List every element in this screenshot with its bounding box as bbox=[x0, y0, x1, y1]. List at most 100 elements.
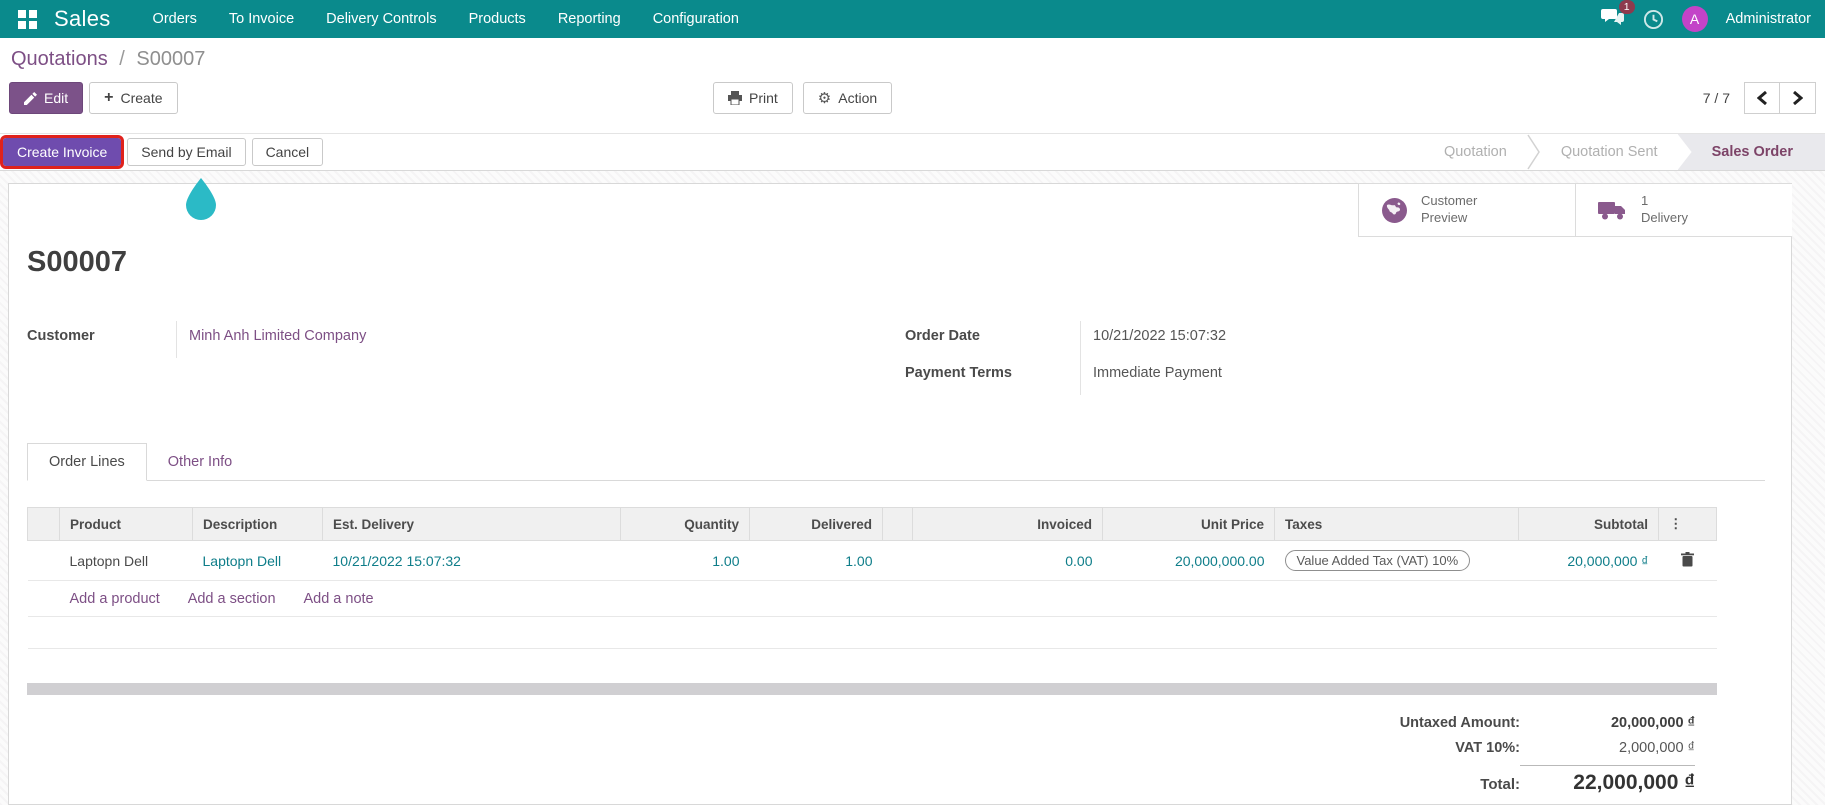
cell-delivered: 1.00 bbox=[749, 540, 883, 581]
chevron-left-icon bbox=[1756, 91, 1767, 105]
app-name[interactable]: Sales bbox=[54, 6, 111, 32]
col-delivered[interactable]: Delivered bbox=[749, 507, 883, 541]
customer-label: Customer bbox=[27, 321, 177, 358]
col-uom bbox=[882, 507, 913, 541]
messages-button[interactable]: 1 bbox=[1600, 0, 1635, 32]
apps-grid-icon[interactable] bbox=[12, 4, 42, 34]
tab-order-lines[interactable]: Order Lines bbox=[27, 443, 147, 481]
cell-description: Laptopn Dell bbox=[192, 540, 323, 581]
top-navbar: Sales Orders To Invoice Delivery Control… bbox=[0, 0, 1825, 38]
cell-subtotal: 20,000,000 ₫ bbox=[1518, 540, 1659, 581]
col-description[interactable]: Description bbox=[192, 507, 323, 541]
cancel-button[interactable]: Cancel bbox=[251, 138, 324, 166]
user-menu[interactable]: Administrator bbox=[1726, 11, 1811, 27]
col-quantity[interactable]: Quantity bbox=[620, 507, 750, 541]
globe-icon bbox=[1382, 197, 1407, 223]
clock-icon bbox=[1643, 9, 1663, 29]
add-a-note-link[interactable]: Add a note bbox=[303, 591, 373, 607]
cell-est-delivery: 10/21/2022 15:07:32 bbox=[322, 540, 621, 581]
cell-unit-price: 20,000,000.00 bbox=[1102, 540, 1275, 581]
print-button[interactable]: Print bbox=[713, 82, 793, 114]
edit-button[interactable]: Edit bbox=[9, 82, 84, 114]
page-title: S00007 bbox=[27, 246, 127, 278]
stage-divider bbox=[1527, 134, 1541, 170]
add-line-row: Add a product Add a section Add a note bbox=[27, 580, 1717, 617]
menu-to-invoice[interactable]: To Invoice bbox=[213, 0, 310, 38]
create-button[interactable]: + Create bbox=[89, 82, 178, 114]
menu-orders[interactable]: Orders bbox=[137, 0, 213, 38]
add-a-product-link[interactable]: Add a product bbox=[70, 591, 160, 607]
untaxed-amount-label: Untaxed Amount: bbox=[1399, 715, 1520, 731]
untaxed-amount-value: 20,000,000 ₫ bbox=[1610, 715, 1695, 731]
pager-next-button[interactable] bbox=[1780, 82, 1816, 114]
total-label: Total: bbox=[1480, 776, 1520, 793]
payment-terms-label: Payment Terms bbox=[905, 358, 1081, 395]
action-button[interactable]: ⚙ Action bbox=[802, 82, 893, 114]
cell-product: Laptopn Dell bbox=[59, 540, 193, 581]
menu-reporting[interactable]: Reporting bbox=[542, 0, 637, 38]
col-subtotal[interactable]: Subtotal bbox=[1518, 507, 1659, 541]
stage-quotation[interactable]: Quotation bbox=[1424, 144, 1527, 160]
order-lines-table: Product Description Est. Delivery Quanti… bbox=[27, 507, 1717, 649]
customer-preview-line2: Preview bbox=[1421, 210, 1468, 225]
add-a-section-link[interactable]: Add a section bbox=[188, 591, 276, 607]
edit-label: Edit bbox=[44, 90, 69, 106]
print-label: Print bbox=[749, 90, 778, 106]
col-taxes[interactable]: Taxes bbox=[1274, 507, 1519, 541]
col-est-delivery[interactable]: Est. Delivery bbox=[322, 507, 621, 541]
delete-line-button[interactable] bbox=[1658, 540, 1717, 581]
col-product[interactable]: Product bbox=[59, 507, 193, 541]
action-label: Action bbox=[838, 90, 878, 106]
avatar[interactable]: A bbox=[1681, 6, 1708, 32]
vat-value: 2,000,000 ₫ bbox=[1619, 740, 1695, 756]
plus-icon: + bbox=[104, 89, 114, 106]
stage-indicator: Quotation Quotation Sent Sales Order bbox=[1424, 134, 1825, 170]
col-invoiced[interactable]: Invoiced bbox=[912, 507, 1103, 541]
control-panel: Quotations / S00007 Edit + Create Print … bbox=[0, 38, 1825, 133]
cell-uom bbox=[882, 540, 913, 581]
stage-quotation-sent[interactable]: Quotation Sent bbox=[1541, 144, 1678, 160]
customer-preview-button[interactable]: Customer Preview bbox=[1358, 183, 1575, 237]
optional-columns-button[interactable]: ⋮ bbox=[1658, 507, 1717, 541]
print-icon bbox=[728, 91, 742, 105]
pencil-icon bbox=[24, 91, 37, 105]
order-date-value: 10/21/2022 15:07:32 bbox=[1093, 328, 1227, 344]
horizontal-scrollbar[interactable] bbox=[27, 683, 1717, 695]
delivery-button[interactable]: 1 Delivery bbox=[1575, 183, 1792, 237]
statusbar: Create Invoice Send by Email Cancel Quot… bbox=[0, 133, 1825, 171]
send-by-email-button[interactable]: Send by Email bbox=[127, 138, 246, 166]
cell-invoiced: 0.00 bbox=[912, 540, 1103, 581]
customer-value[interactable]: Minh Anh Limited Company bbox=[177, 321, 366, 344]
breadcrumb-quotations[interactable]: Quotations bbox=[11, 48, 108, 70]
menu-delivery-controls[interactable]: Delivery Controls bbox=[310, 0, 452, 38]
messages-badge: 1 bbox=[1618, 0, 1635, 14]
onboarding-pointer-icon bbox=[183, 177, 219, 226]
truck-icon bbox=[1598, 202, 1625, 220]
gear-icon: ⚙ bbox=[817, 90, 832, 107]
order-line-row[interactable]: Laptopn Dell Laptopn Dell 10/21/2022 15:… bbox=[27, 540, 1717, 581]
row-handle bbox=[27, 540, 60, 581]
pager-previous-button[interactable] bbox=[1744, 82, 1780, 114]
breadcrumb: Quotations / S00007 bbox=[9, 48, 1816, 71]
menu-products[interactable]: Products bbox=[453, 0, 542, 38]
create-label: Create bbox=[120, 90, 163, 106]
customer-preview-line1: Customer bbox=[1421, 193, 1478, 209]
delivery-label: Delivery bbox=[1641, 210, 1688, 225]
breadcrumb-current: S00007 bbox=[136, 48, 206, 70]
col-unit-price[interactable]: Unit Price bbox=[1102, 507, 1275, 541]
delivery-count: 1 bbox=[1641, 193, 1649, 209]
stage-sales-order[interactable]: Sales Order bbox=[1677, 134, 1825, 170]
vat-label: VAT 10%: bbox=[1455, 740, 1520, 756]
total-value: 22,000,000 ₫ bbox=[1520, 765, 1695, 795]
totals-block: Untaxed Amount: 20,000,000 ₫ VAT 10%: 2,… bbox=[1245, 715, 1695, 795]
notebook-tabs: Order Lines Other Info bbox=[27, 443, 1765, 481]
activities-button[interactable] bbox=[1643, 9, 1664, 30]
breadcrumb-separator: / bbox=[119, 48, 125, 70]
tab-other-info[interactable]: Other Info bbox=[147, 444, 253, 480]
empty-row bbox=[27, 616, 1717, 649]
order-date-label: Order Date bbox=[905, 321, 1081, 358]
payment-terms-value: Immediate Payment bbox=[1093, 365, 1222, 381]
menu-configuration[interactable]: Configuration bbox=[637, 0, 755, 38]
table-header-row: Product Description Est. Delivery Quanti… bbox=[27, 507, 1717, 541]
create-invoice-button[interactable]: Create Invoice bbox=[0, 135, 125, 169]
